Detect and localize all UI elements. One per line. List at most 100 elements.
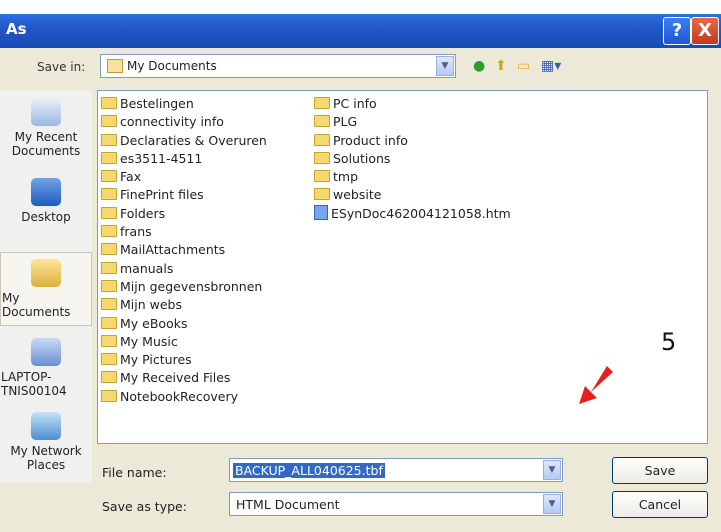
place-label: Places <box>26 458 66 472</box>
close-button[interactable]: X <box>691 17 719 45</box>
file-label: Bestelingen <box>120 96 194 111</box>
save-in-label: Save in: <box>37 60 86 74</box>
list-item[interactable]: Mijn webs <box>101 296 267 314</box>
list-item[interactable]: My Pictures <box>101 351 267 369</box>
file-label: PLG <box>333 114 358 130</box>
file-label: MailAttachments <box>120 242 226 258</box>
file-label: NotebookRecovery <box>120 388 239 404</box>
new-folder-icon[interactable]: ▭ <box>517 56 530 76</box>
step-number-annotation: 5 <box>661 328 677 356</box>
folder-icon <box>314 188 330 201</box>
file-label: Product info <box>333 132 408 148</box>
folder-icon <box>101 188 117 201</box>
places-bar: My Recent Documents Desktop My Documents… <box>0 90 92 482</box>
file-label: Folders <box>120 205 166 221</box>
my-documents-icon <box>31 259 61 287</box>
file-label: My Pictures <box>120 352 192 368</box>
list-item[interactable]: MailAttachments <box>101 241 267 259</box>
file-label: My Received Files <box>120 370 231 386</box>
list-item[interactable]: PC info <box>314 95 511 113</box>
save-in-value: My Documents <box>127 59 217 73</box>
place-my-documents[interactable]: My Documents <box>0 252 92 326</box>
list-item[interactable]: es3511-4511 <box>101 150 267 168</box>
file-label: Mijn webs <box>120 297 182 313</box>
folder-icon <box>101 298 117 311</box>
list-item[interactable]: Product info <box>314 132 511 150</box>
place-desktop[interactable]: Desktop <box>0 178 92 224</box>
folder-icon <box>101 261 117 274</box>
file-label: PC info <box>333 96 377 111</box>
save-as-type-select[interactable]: HTML Document ▼ <box>229 492 563 516</box>
list-item[interactable]: ESynDoc462004121058.htm <box>314 204 511 223</box>
folder-icon <box>101 97 117 109</box>
folder-icon <box>101 279 117 292</box>
list-item[interactable]: tmp <box>314 168 511 186</box>
list-item[interactable]: Fax <box>101 168 267 186</box>
place-label: My Network <box>10 444 82 458</box>
folder-icon <box>314 151 330 164</box>
help-button[interactable]: ? <box>663 17 691 45</box>
back-icon[interactable]: ● <box>473 56 485 76</box>
chevron-down-icon[interactable]: ▼ <box>543 494 561 514</box>
dialog-body: Save in: My Documents ▼ ● ⬆ ▭ ▦▾ My Rece… <box>0 48 721 532</box>
list-item[interactable]: Folders <box>101 205 267 223</box>
folder-icon <box>101 334 117 347</box>
list-item[interactable]: My Music <box>101 333 267 351</box>
save-as-dialog: As ? X Save in: My Documents ▼ ● ⬆ ▭ ▦▾ … <box>0 0 721 532</box>
network-places-icon <box>31 412 61 440</box>
place-my-network-places[interactable]: My Network Places <box>0 412 92 472</box>
file-list[interactable]: Bestelingen connectivity info Declaraties … <box>97 90 708 444</box>
list-item[interactable]: Mijn gegevensbronnen <box>101 278 267 296</box>
file-column-1: Bestelingen connectivity info Declaraties … <box>101 95 267 406</box>
folder-icon <box>101 316 117 329</box>
folder-icon <box>101 389 117 402</box>
up-folder-icon[interactable]: ⬆ <box>495 56 507 76</box>
cancel-button[interactable]: Cancel <box>612 491 708 518</box>
chevron-down-icon[interactable]: ▼ <box>436 56 454 76</box>
list-item[interactable]: NotebookRecovery <box>101 388 267 406</box>
list-item[interactable]: Declaraties & Overuren <box>101 132 267 150</box>
file-column-2: PC info PLG Product info Solutions tmp websit… <box>314 95 511 223</box>
file-label: frans <box>120 224 152 240</box>
place-my-recent-documents[interactable]: My Recent Documents <box>0 98 92 158</box>
folder-icon <box>101 133 117 146</box>
folder-icon <box>101 115 117 128</box>
list-item[interactable]: PLG <box>314 113 511 131</box>
file-label: My Music <box>120 333 178 349</box>
file-label: manuals <box>120 260 174 276</box>
file-label: Declaraties & Overuren <box>120 132 267 148</box>
folder-icon <box>314 170 330 183</box>
folder-icon <box>107 59 123 73</box>
list-item[interactable]: connectivity info <box>101 113 267 131</box>
list-item[interactable]: frans <box>101 223 267 241</box>
list-item[interactable]: manuals <box>101 260 267 278</box>
title-bar[interactable]: As ? X <box>0 14 721 48</box>
folder-icon <box>101 371 117 384</box>
file-label: My eBooks <box>120 315 188 331</box>
file-name-label: File name: <box>102 465 167 480</box>
file-name-field[interactable]: BACKUP_ALL040625.tbf ▼ <box>229 458 563 482</box>
folder-icon <box>101 225 117 238</box>
save-button[interactable]: Save <box>612 457 708 484</box>
views-menu-icon[interactable]: ▦▾ <box>541 56 561 76</box>
list-item[interactable]: website <box>314 186 511 204</box>
save-in-combobox[interactable]: My Documents ▼ <box>100 54 456 78</box>
place-my-computer[interactable]: LAPTOP-TNIS00104 <box>0 338 92 398</box>
recent-documents-icon <box>31 98 61 126</box>
folder-icon <box>314 133 330 146</box>
list-item[interactable]: My Received Files <box>101 369 267 387</box>
file-label: FinePrint files <box>120 187 204 203</box>
list-item[interactable]: My eBooks <box>101 315 267 333</box>
place-label: Desktop <box>21 210 71 224</box>
folder-icon <box>101 243 117 256</box>
file-name-value[interactable]: BACKUP_ALL040625.tbf <box>233 463 385 478</box>
folder-icon <box>101 206 117 219</box>
file-label: Fax <box>120 169 142 185</box>
chevron-down-icon[interactable]: ▼ <box>543 460 561 480</box>
desktop-icon <box>31 178 61 206</box>
list-item[interactable]: FinePrint files <box>101 186 267 204</box>
list-item[interactable]: Bestelingen <box>101 95 267 113</box>
list-item[interactable]: Solutions <box>314 150 511 168</box>
file-label: tmp <box>333 169 359 185</box>
folder-icon <box>101 151 117 164</box>
